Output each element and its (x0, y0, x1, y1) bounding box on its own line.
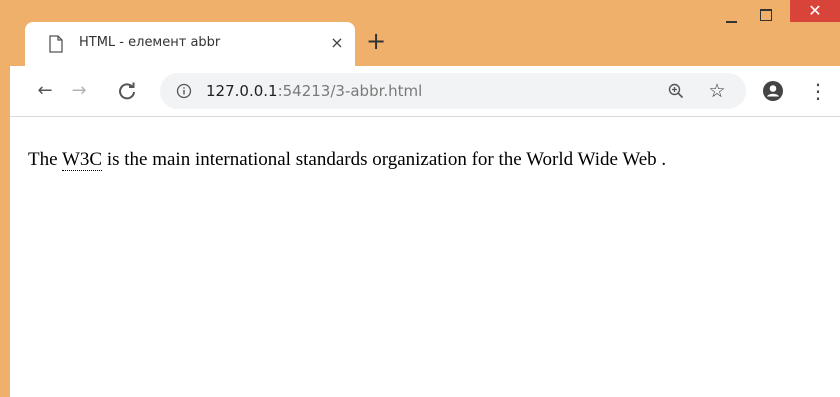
toolbar: ← → 127.0.0.1:54213/3-abbr.html ☆ ⋮ (10, 66, 840, 117)
url-text[interactable]: 127.0.0.1:54213/3-abbr.html (206, 82, 422, 100)
zoom-icon[interactable] (667, 82, 685, 100)
paragraph-text-before: The (28, 149, 62, 170)
reload-button[interactable] (114, 78, 140, 104)
page-content: The W3C is the main international standa… (10, 117, 840, 397)
abbr-w3c[interactable]: W3C (61, 149, 103, 171)
forward-button[interactable]: → (66, 78, 92, 104)
tab-close-icon[interactable]: × (328, 33, 346, 53)
paragraph-text-after: is the main international standards orga… (102, 149, 667, 170)
bookmark-star-icon[interactable]: ☆ (706, 79, 728, 102)
info-icon[interactable] (176, 83, 192, 99)
url-path: :54213/3-abbr.html (277, 82, 423, 100)
url-host: 127.0.0.1 (206, 82, 278, 100)
page-paragraph: The W3C is the main international standa… (28, 149, 666, 171)
tab-active[interactable]: HTML - елемент abbr × (25, 22, 355, 66)
close-window-button[interactable]: ✕ (790, 0, 840, 22)
minimize-button[interactable] (718, 4, 746, 28)
reload-icon (119, 82, 135, 100)
back-button[interactable]: ← (32, 78, 58, 104)
tab-title: HTML - елемент abbr (79, 35, 221, 50)
account-icon[interactable] (762, 80, 784, 102)
new-tab-button[interactable]: + (364, 29, 388, 54)
menu-icon[interactable]: ⋮ (808, 80, 828, 102)
maximize-button[interactable] (752, 4, 780, 28)
page-icon (49, 35, 63, 53)
browser-window: HTML - елемент abbr × + ✕ ← → 127.0.0.1:… (10, 0, 840, 397)
tab-strip: HTML - елемент abbr × + ✕ (10, 0, 840, 66)
address-bar[interactable]: 127.0.0.1:54213/3-abbr.html ☆ (160, 73, 746, 109)
